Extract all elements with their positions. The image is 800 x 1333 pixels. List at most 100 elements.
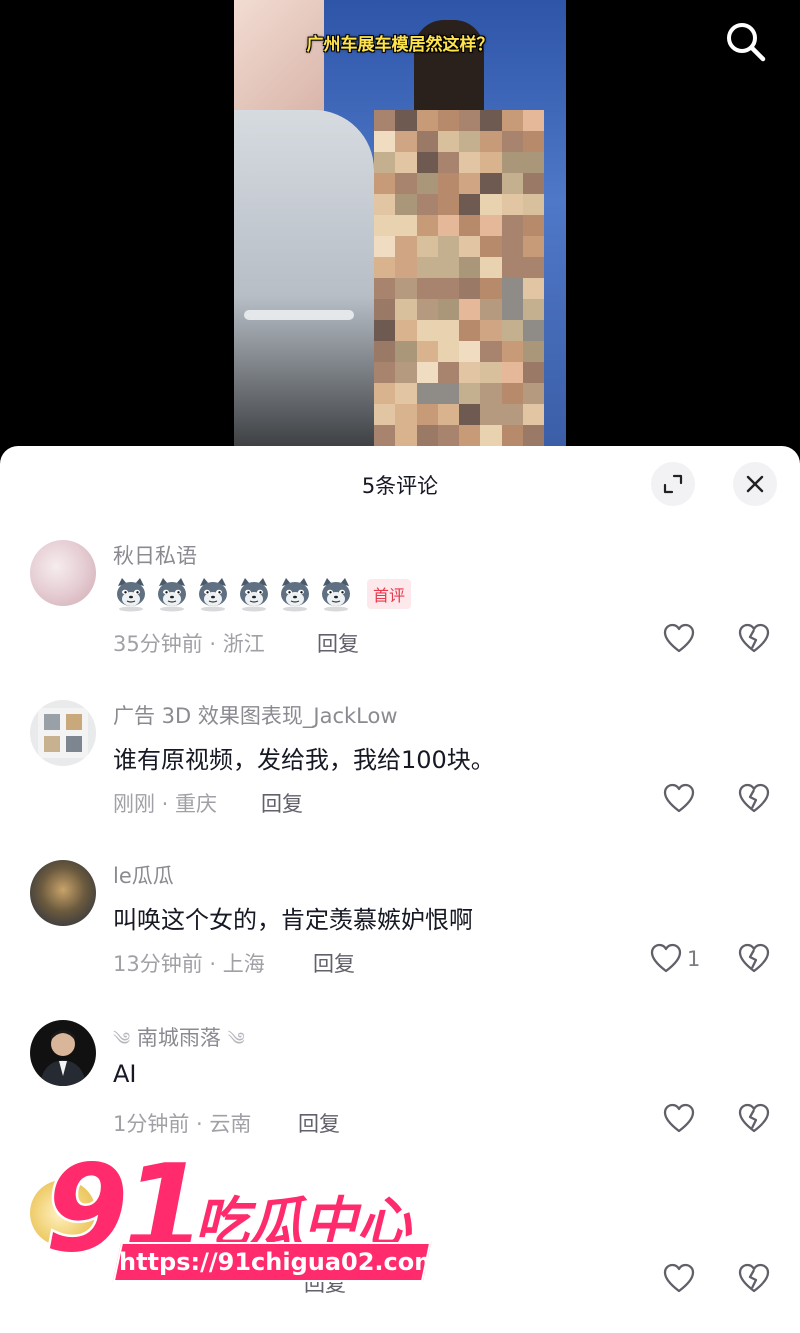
mosaic-cell [416,278,438,299]
mosaic-cell [522,215,544,236]
mosaic-cell [501,425,523,446]
mosaic-cell [416,131,438,152]
mosaic-cell [480,299,502,320]
car-light [244,310,354,320]
comment-item: le瓜瓜 叫唤这个女的，肯定羡慕嫉妒恨啊 13分钟前 · 上海 回复 1 [0,860,800,1020]
mosaic-cell [437,362,459,383]
dislike-button[interactable] [737,942,771,976]
avatar[interactable] [30,1020,96,1086]
mosaic-cell [501,299,523,320]
wolf-emoji [199,578,227,612]
dislike-button[interactable] [737,1262,771,1296]
mosaic-cell [480,383,502,404]
username-decoration-right: ༄ [227,1029,245,1050]
mosaic-cell [437,383,459,404]
mosaic-cell [459,257,481,278]
mosaic-cell [416,173,438,194]
comment-sheet-header: 5条评论 [0,446,800,522]
mosaic-cell [416,215,438,236]
broken-heart-icon [738,943,770,973]
emoji-row: 首评 [113,576,412,612]
like-button[interactable] [662,622,700,656]
mosaic-cell [480,320,502,341]
dislike-button[interactable] [737,1102,771,1136]
mosaic-cell [501,194,523,215]
expand-button[interactable] [651,462,695,506]
mosaic-cell [522,362,544,383]
mosaic-cell [395,278,417,299]
mosaic-cell [459,110,481,131]
comment-text: 叫唤这个女的，肯定羡慕嫉妒恨啊 [113,906,473,934]
mosaic-cell [437,278,459,299]
comment-meta: 13分钟前 · 上海 [113,952,265,976]
watermark-url-banner: https://91chigua02.com [112,1242,439,1282]
like-button[interactable] [662,1102,700,1136]
mosaic-cell [416,236,438,257]
mosaic-cell [480,215,502,236]
avatar[interactable] [30,540,96,606]
mosaic-cell [395,215,417,236]
search-icon[interactable] [722,18,768,64]
mosaic-cell [522,131,544,152]
mosaic-cell [437,299,459,320]
mosaic-cell [480,257,502,278]
avatar[interactable] [30,700,96,766]
close-icon [746,475,764,493]
mosaic-cell [416,362,438,383]
expand-icon [663,474,683,494]
dislike-button[interactable] [737,782,771,816]
mosaic-cell [501,236,523,257]
mosaic-cell [395,173,417,194]
mosaic-cell [395,236,417,257]
video-caption: 广州车展车模居然这样？ [306,35,494,55]
comment-username[interactable]: le瓜瓜 [113,860,174,890]
mosaic-cell [374,320,396,341]
wolf-emoji [322,578,350,612]
reply-button[interactable]: 回复 [298,1108,340,1138]
reply-button[interactable]: 回复 [313,948,355,978]
mosaic-cell [522,278,544,299]
mosaic-cell [374,278,396,299]
mosaic-cell [480,404,502,425]
mosaic-cell [480,110,502,131]
avatar[interactable] [30,860,96,926]
comment-username[interactable]: 广告 3D 效果图表现_JackLow [113,700,398,730]
video-frame[interactable]: 广州车展车模居然这样？ [234,0,566,448]
mosaic-cell [437,320,459,341]
reply-button[interactable]: 回复 [261,788,303,818]
mosaic-cell [374,173,396,194]
mosaic-cell [501,110,523,131]
mosaic-cell [416,425,438,446]
wolf-emoji [281,578,309,612]
mosaic-cell [374,383,396,404]
mosaic-cell [459,320,481,341]
like-button[interactable]: 1 [649,942,700,976]
mosaic-cell [459,236,481,257]
close-button[interactable] [733,462,777,506]
dislike-button[interactable] [737,622,771,656]
wolf-emoji [117,578,145,612]
mosaic-cell [437,425,459,446]
mosaic-cell [416,299,438,320]
mosaic-cell [437,194,459,215]
mosaic-cell [374,194,396,215]
censor-mosaic [374,110,544,448]
mosaic-cell [501,362,523,383]
mosaic-cell [522,194,544,215]
mosaic-cell [459,362,481,383]
comment-text: AI [113,1060,137,1088]
heart-icon [650,943,682,973]
mosaic-cell [395,383,417,404]
broken-heart-icon [738,1263,770,1293]
comment-item: 秋日私语 首评 35分钟前 · 浙江 回复 [0,540,800,700]
comment-username[interactable]: 秋日私语 [113,540,197,570]
mosaic-cell [437,152,459,173]
reply-button[interactable]: 回复 [317,628,359,658]
video-player[interactable]: 广州车展车模居然这样？ [0,0,800,460]
comment-text: 谁有原视频，发给我，我给100块。 [113,746,495,774]
like-button[interactable] [662,782,700,816]
mosaic-cell [395,194,417,215]
like-button[interactable] [662,1262,700,1296]
comment-meta: 刚刚 · 重庆 [113,792,218,816]
mosaic-cell [395,110,417,131]
